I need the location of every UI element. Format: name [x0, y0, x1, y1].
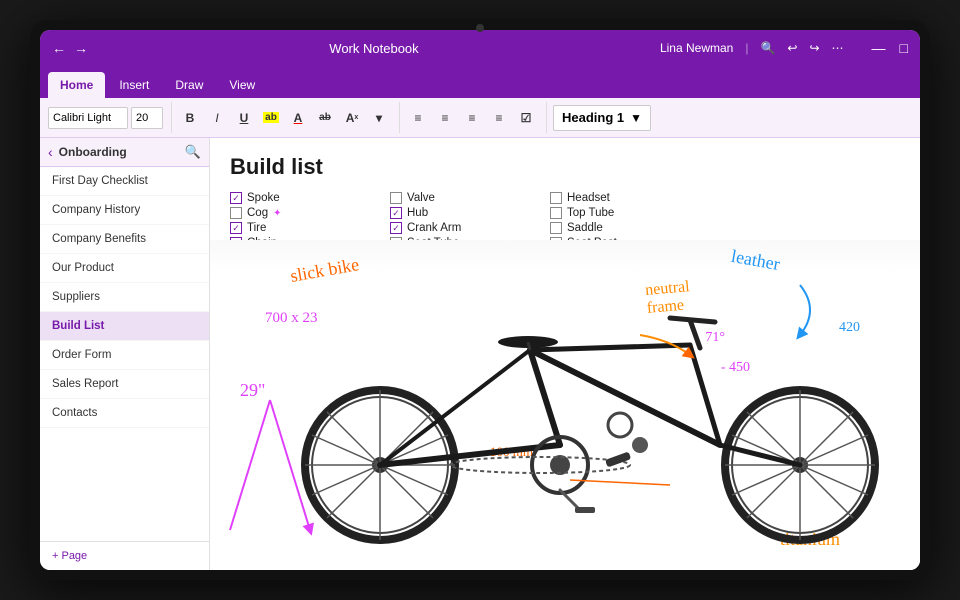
- italic-button[interactable]: I: [205, 107, 229, 129]
- ribbon-tabs: Home Insert Draw View: [40, 66, 920, 98]
- more-icon[interactable]: ⋯: [832, 41, 844, 55]
- star-pink-icon: ✦: [273, 208, 281, 219]
- note-content: Build list Spoke Cog ✦: [210, 138, 920, 570]
- title-bar-left: ← →: [52, 40, 88, 56]
- list-item: Saddle: [550, 222, 730, 234]
- notebook-title: Work Notebook: [329, 41, 418, 56]
- tablet-frame: ← → Work Notebook Lina Newman | 🔍 ↩ ↪ ⋯ …: [30, 20, 930, 580]
- sidebar-header-left: ‹ Onboarding: [48, 144, 127, 160]
- indent-inc-button[interactable]: ≡: [487, 107, 511, 129]
- checkbox-top-tube[interactable]: [550, 207, 562, 219]
- sidebar-item-build-list[interactable]: Build List: [40, 312, 209, 341]
- font-color-button[interactable]: A: [286, 107, 310, 129]
- sidebar-item-company-history[interactable]: Company History: [40, 196, 209, 225]
- bicycle-image: [260, 270, 920, 560]
- checkbox-hub[interactable]: [390, 207, 402, 219]
- list-item: Crank Arm: [390, 222, 550, 234]
- tab-view[interactable]: View: [217, 72, 267, 98]
- list-item: Tire: [230, 222, 390, 234]
- checkbox-cog[interactable]: [230, 207, 242, 219]
- redo-icon[interactable]: ↪: [809, 41, 819, 55]
- minimize-button[interactable]: —: [872, 40, 886, 56]
- list-item: Hub: [390, 207, 550, 219]
- numbering-button[interactable]: ≡: [433, 107, 457, 129]
- user-name: Lina Newman: [660, 41, 733, 55]
- list-item: Top Tube: [550, 207, 730, 219]
- checkbox-crank-arm[interactable]: [390, 222, 402, 234]
- forward-button[interactable]: →: [74, 40, 88, 56]
- underline-button[interactable]: U: [232, 107, 256, 129]
- main-content: ‹ Onboarding 🔍 First Day Checklist Compa…: [40, 138, 920, 570]
- sidebar-item-sales-report[interactable]: Sales Report: [40, 370, 209, 399]
- window-controls: — □: [872, 40, 908, 56]
- divider: |: [745, 41, 748, 55]
- note-area: Build list Spoke Cog ✦: [210, 138, 920, 570]
- sidebar-item-order-form[interactable]: Order Form: [40, 341, 209, 370]
- tab-insert[interactable]: Insert: [107, 72, 161, 98]
- search-icon[interactable]: 🔍: [760, 41, 775, 55]
- sidebar: ‹ Onboarding 🔍 First Day Checklist Compa…: [40, 138, 210, 570]
- sidebar-item-suppliers[interactable]: Suppliers: [40, 283, 209, 312]
- list-item: Spoke: [230, 192, 390, 204]
- camera: [476, 24, 484, 32]
- sidebar-item-contacts[interactable]: Contacts: [40, 399, 209, 428]
- font-size-input[interactable]: [131, 107, 163, 129]
- checkbox-saddle[interactable]: [550, 222, 562, 234]
- list-item: Headset: [550, 192, 730, 204]
- checkbox-tire[interactable]: [230, 222, 242, 234]
- tab-draw[interactable]: Draw: [163, 72, 215, 98]
- maximize-button[interactable]: □: [900, 40, 908, 56]
- sidebar-search-button[interactable]: 🔍: [185, 144, 201, 160]
- title-bar-right: Lina Newman | 🔍 ↩ ↪ ⋯ — □: [660, 40, 908, 56]
- bold-button[interactable]: B: [178, 107, 202, 129]
- dropdown-arrow[interactable]: ▾: [367, 107, 391, 129]
- sidebar-section-title: Onboarding: [59, 145, 127, 159]
- title-bar: ← → Work Notebook Lina Newman | 🔍 ↩ ↪ ⋯ …: [40, 30, 920, 66]
- list-item: Cog ✦: [230, 207, 390, 219]
- todo-button[interactable]: ☑: [514, 107, 538, 129]
- checkbox-headset[interactable]: [550, 192, 562, 204]
- style-selector[interactable]: Heading 1 ▼: [553, 105, 651, 131]
- bullets-button[interactable]: ≡: [406, 107, 430, 129]
- sidebar-item-company-benefits[interactable]: Company Benefits: [40, 225, 209, 254]
- tab-home[interactable]: Home: [48, 72, 105, 98]
- checkbox-spoke[interactable]: [230, 192, 242, 204]
- superscript-button[interactable]: Ax: [340, 107, 364, 129]
- strikethrough-button[interactable]: ab: [313, 107, 337, 129]
- font-name-input[interactable]: [48, 107, 128, 129]
- sidebar-item-first-day[interactable]: First Day Checklist: [40, 167, 209, 196]
- style-selector-label: Heading 1: [562, 110, 624, 125]
- font-group: [48, 102, 172, 133]
- list-group: ≡ ≡ ≡ ≡ ☑: [406, 102, 547, 133]
- bicycle-area: slick bike 700 x 23 29" neutral frame le…: [210, 240, 920, 570]
- checkbox-valve[interactable]: [390, 192, 402, 204]
- undo-icon[interactable]: ↩: [787, 41, 797, 55]
- list-item: Valve: [390, 192, 550, 204]
- sidebar-back-button[interactable]: ‹: [48, 144, 53, 160]
- style-group: Heading 1 ▼: [553, 102, 659, 133]
- add-page-button[interactable]: + Page: [40, 541, 209, 570]
- sidebar-header: ‹ Onboarding 🔍: [40, 138, 209, 167]
- format-group: B I U ab A ab Ax ▾: [178, 102, 400, 133]
- ribbon-content: B I U ab A ab Ax ▾ ≡ ≡ ≡ ≡ ☑: [40, 98, 920, 138]
- back-button[interactable]: ←: [52, 40, 66, 56]
- highlight-button[interactable]: ab: [259, 107, 283, 129]
- screen: ← → Work Notebook Lina Newman | 🔍 ↩ ↪ ⋯ …: [40, 30, 920, 570]
- note-title: Build list: [230, 154, 900, 180]
- style-dropdown-arrow: ▼: [630, 111, 642, 125]
- indent-dec-button[interactable]: ≡: [460, 107, 484, 129]
- sidebar-item-our-product[interactable]: Our Product: [40, 254, 209, 283]
